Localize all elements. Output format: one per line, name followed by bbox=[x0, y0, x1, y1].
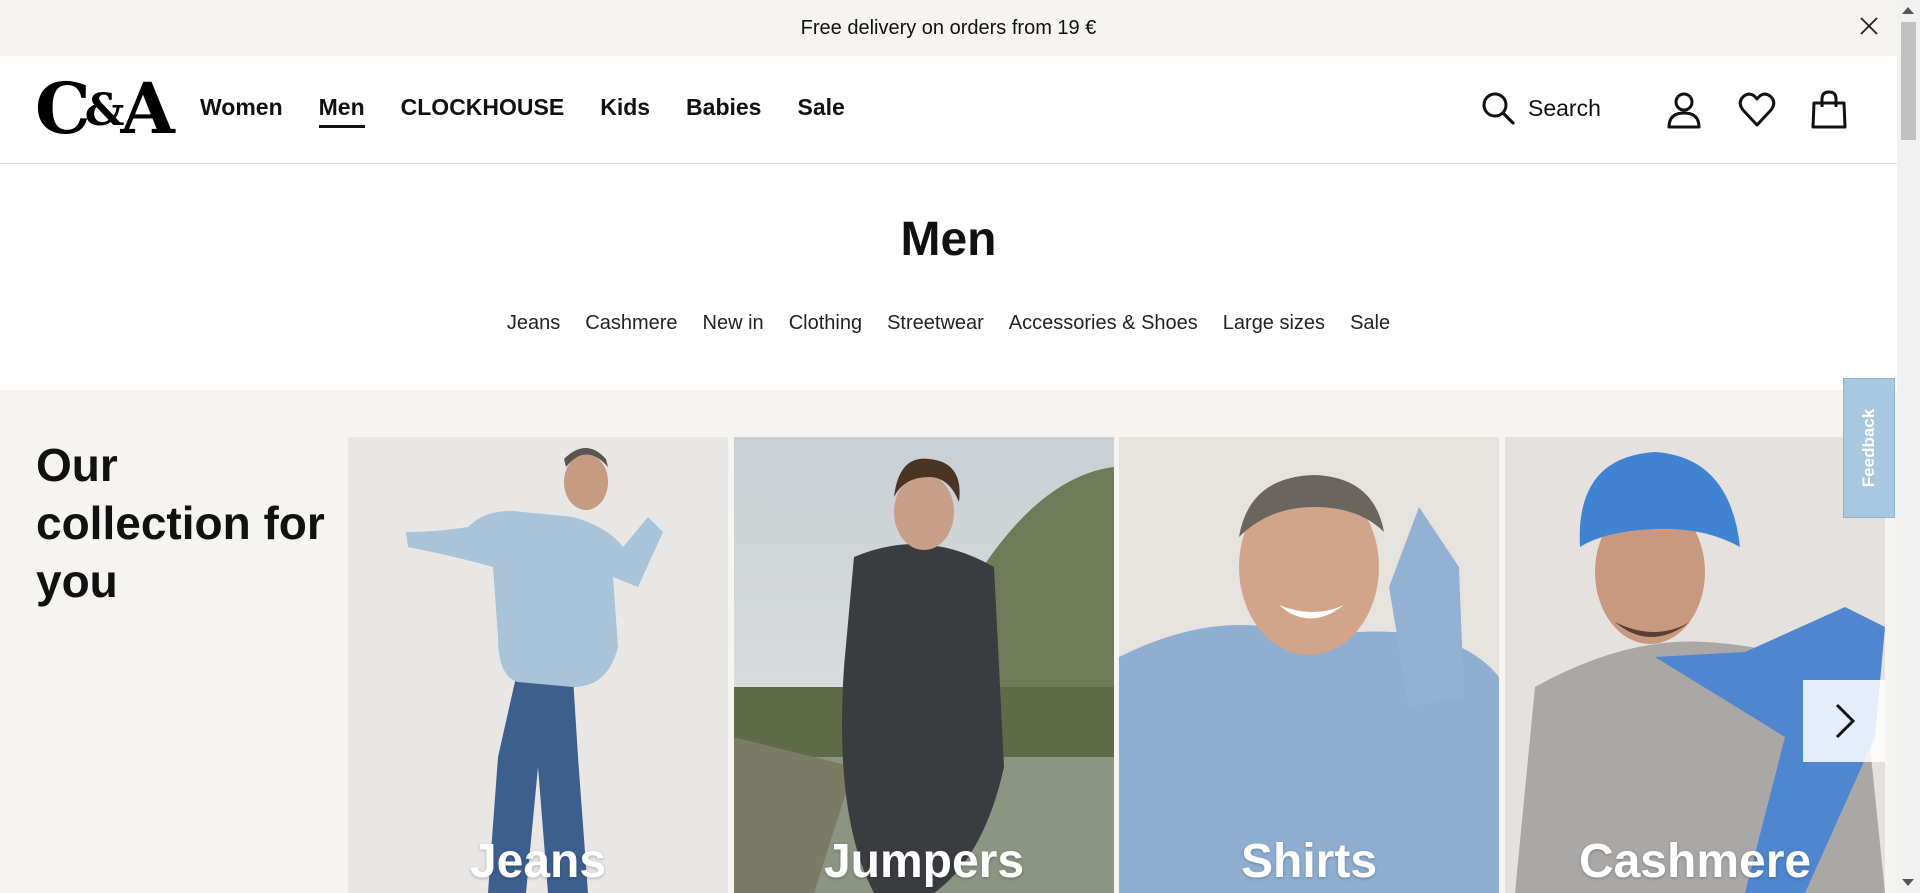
promo-text: Free delivery on orders from 19 € bbox=[800, 16, 1097, 39]
subnav-accessories-shoes[interactable]: Accessories & Shoes bbox=[1009, 312, 1198, 335]
nav-women[interactable]: Women bbox=[200, 94, 283, 128]
jeans-photo bbox=[348, 437, 728, 893]
feedback-tab[interactable]: Feedback bbox=[1843, 378, 1895, 518]
tile-label-jumpers: Jumpers bbox=[823, 835, 1025, 888]
logo-letter-a: A bbox=[120, 67, 174, 150]
wishlist-heart-icon[interactable] bbox=[1738, 90, 1776, 130]
subnav-clothing[interactable]: Clothing bbox=[789, 312, 862, 335]
subnav-new-in[interactable]: New in bbox=[703, 312, 764, 335]
collection-tile-jeans[interactable]: Jeans bbox=[348, 437, 728, 893]
collection-title: Our collection for you bbox=[36, 439, 325, 607]
scroll-down-arrow-icon[interactable] bbox=[1902, 879, 1914, 886]
collection-tile-jumpers[interactable]: Jumpers bbox=[734, 437, 1114, 893]
collection-section: Our collection for you Jeans Jumpers Shi… bbox=[0, 390, 1897, 893]
nav-men[interactable]: Men bbox=[318, 94, 365, 128]
page-scrollbar[interactable] bbox=[1897, 0, 1920, 893]
subnav-cashmere[interactable]: Cashmere bbox=[585, 312, 677, 335]
page-title: Men bbox=[900, 213, 997, 266]
main-navigation: Women Men CLOCKHOUSE Kids Babies Sale bbox=[200, 94, 881, 128]
search-button[interactable]: Search bbox=[1480, 90, 1601, 126]
close-icon[interactable] bbox=[1857, 14, 1881, 38]
jumpers-photo bbox=[734, 437, 1114, 893]
search-icon bbox=[1482, 92, 1515, 125]
subnav-sale[interactable]: Sale bbox=[1350, 312, 1390, 335]
subnav-streetwear[interactable]: Streetwear bbox=[887, 312, 984, 335]
site-header: C&A Women Men CLOCKHOUSE Kids Babies Sal… bbox=[0, 56, 1897, 164]
scroll-thumb[interactable] bbox=[1901, 22, 1916, 140]
subnav-jeans[interactable]: Jeans bbox=[507, 312, 560, 335]
category-subnav: Jeans Cashmere New in Clothing Streetwea… bbox=[0, 312, 1897, 335]
shopping-bag-icon[interactable] bbox=[1810, 90, 1848, 130]
nav-sale[interactable]: Sale bbox=[797, 94, 844, 128]
scroll-up-arrow-icon[interactable] bbox=[1902, 7, 1914, 14]
tile-label-shirts: Shirts bbox=[1240, 835, 1378, 888]
search-label: Search bbox=[1528, 94, 1601, 121]
carousel-next-button[interactable] bbox=[1803, 680, 1885, 762]
logo-letter-c: C bbox=[35, 67, 91, 150]
brand-logo[interactable]: C&A bbox=[35, 74, 175, 146]
nav-kids[interactable]: Kids bbox=[600, 94, 650, 128]
collection-tile-shirts[interactable]: Shirts bbox=[1119, 437, 1499, 893]
logo-ampersand: & bbox=[84, 85, 125, 136]
collection-tile-cashmere[interactable]: Cashmere bbox=[1505, 437, 1885, 893]
cashmere-photo bbox=[1505, 437, 1885, 893]
tile-label-jeans: Jeans bbox=[469, 835, 607, 888]
promo-bar: Free delivery on orders from 19 € bbox=[0, 0, 1897, 56]
account-icon[interactable] bbox=[1665, 90, 1703, 130]
feedback-label: Feedback bbox=[1859, 408, 1878, 488]
nav-babies[interactable]: Babies bbox=[686, 94, 761, 128]
tile-label-cashmere: Cashmere bbox=[1578, 835, 1812, 888]
category-header: Men Jeans Cashmere New in Clothing Stree… bbox=[0, 164, 1897, 390]
chevron-right-icon bbox=[1835, 703, 1856, 739]
shirts-photo bbox=[1119, 437, 1499, 893]
nav-clockhouse[interactable]: CLOCKHOUSE bbox=[401, 94, 565, 128]
subnav-large-sizes[interactable]: Large sizes bbox=[1223, 312, 1325, 335]
